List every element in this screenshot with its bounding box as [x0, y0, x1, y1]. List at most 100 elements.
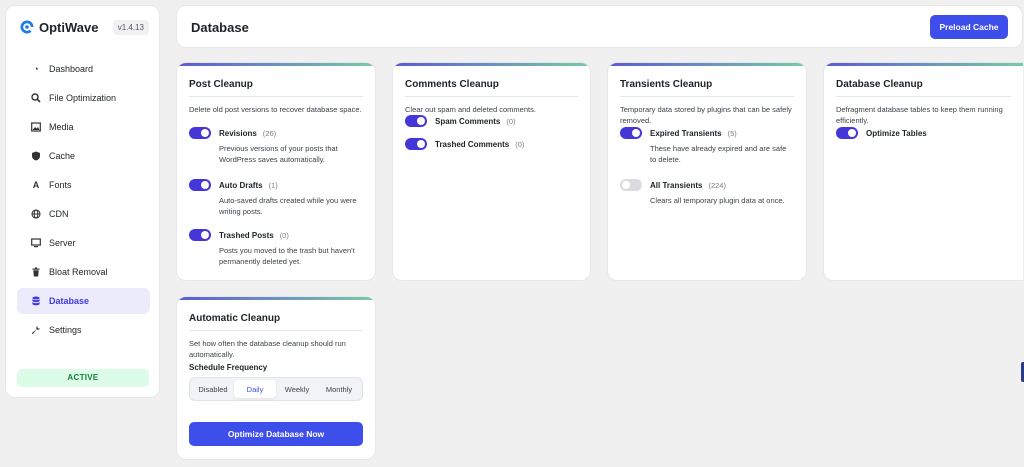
- expired-transients-toggle[interactable]: [620, 127, 642, 139]
- sidebar-item-server[interactable]: Server: [17, 230, 150, 256]
- revisions-toggle[interactable]: [189, 127, 211, 139]
- option-count: (0): [506, 116, 516, 126]
- card-title: Transients Cleanup: [620, 79, 713, 90]
- option-count: (0): [515, 139, 525, 149]
- version-badge: v1.4.13: [112, 20, 149, 35]
- sidebar-item-bloat-removal[interactable]: Bloat Removal: [17, 259, 150, 285]
- sidebar-item-media[interactable]: Media: [17, 114, 150, 140]
- option-label: Revisions: [219, 128, 257, 138]
- sidebar-item-database[interactable]: Database: [17, 288, 150, 314]
- sidebar-item-cdn[interactable]: CDN: [17, 201, 150, 227]
- option-count: (26): [262, 128, 277, 138]
- option-revisions: Revisions (26) Previous versions of your…: [189, 127, 363, 165]
- sidebar-item-dashboard[interactable]: ◔ Dashboard: [17, 56, 150, 82]
- sidebar: OptiWave v1.4.13 ◔ Dashboard File Optimi…: [5, 5, 160, 398]
- trash-icon: [29, 267, 43, 277]
- all-transients-toggle[interactable]: [620, 179, 642, 191]
- option-trashed-posts: Trashed Posts (0) Posts you moved to the…: [189, 229, 363, 267]
- trashed-posts-toggle[interactable]: [189, 229, 211, 241]
- option-trashed-comments: Trashed Comments (0): [405, 138, 578, 150]
- card-title: Automatic Cleanup: [189, 313, 281, 324]
- option-count: (0): [279, 230, 289, 240]
- page-header: Database Preload Cache: [176, 5, 1023, 48]
- optimize-tables-toggle[interactable]: [836, 127, 858, 139]
- sidebar-item-label: CDN: [49, 209, 69, 219]
- sidebar-item-label: Media: [49, 122, 74, 132]
- brand-logo[interactable]: OptiWave: [19, 19, 98, 35]
- divider: [189, 96, 363, 97]
- globe-icon: [29, 209, 43, 219]
- divider: [405, 96, 578, 97]
- sidebar-item-label: File Optimization: [49, 93, 117, 103]
- option-label: Trashed Comments: [435, 139, 510, 149]
- sidebar-item-cache[interactable]: Cache: [17, 143, 150, 169]
- option-label: Spam Comments: [435, 116, 501, 126]
- option-count: (5): [727, 128, 737, 138]
- brand-name: OptiWave: [39, 19, 99, 35]
- option-auto-drafts: Auto Drafts (1) Auto-saved drafts create…: [189, 179, 363, 217]
- sidebar-item-label: Settings: [49, 325, 82, 335]
- option-description: Auto-saved drafts created while you were…: [219, 196, 357, 216]
- frequency-option-disabled[interactable]: Disabled: [192, 380, 234, 398]
- post-cleanup-card: Post Cleanup Delete old post versions to…: [176, 62, 376, 281]
- wrench-icon: [29, 325, 43, 335]
- sidebar-item-file-optimization[interactable]: File Optimization: [17, 85, 150, 111]
- preload-cache-button[interactable]: Preload Cache: [930, 15, 1008, 39]
- option-all-transients: All Transients (224) Clears all temporar…: [620, 179, 794, 206]
- font-icon: A: [32, 180, 40, 190]
- sidebar-item-label: Bloat Removal: [49, 267, 108, 277]
- option-label: All Transients: [650, 180, 703, 190]
- option-spam-comments: Spam Comments (0): [405, 115, 578, 127]
- trashed-comments-toggle[interactable]: [405, 138, 427, 150]
- database-cleanup-card: Database Cleanup Defragment database tab…: [823, 62, 1023, 281]
- sidebar-item-label: Cache: [49, 151, 76, 161]
- sidebar-item-label: Dashboard: [49, 64, 94, 74]
- card-description: Defragment database tables to keep them …: [836, 105, 1003, 125]
- divider: [620, 96, 794, 97]
- option-description: Previous versions of your posts that Wor…: [219, 144, 338, 164]
- automatic-cleanup-card: Automatic Cleanup Set how often the data…: [176, 296, 376, 460]
- image-icon: [29, 122, 43, 132]
- option-expired-transients: Expired Transients (5) These have alread…: [620, 127, 794, 165]
- card-description: Set how often the database cleanup shoul…: [189, 339, 346, 359]
- option-label: Auto Drafts: [219, 180, 263, 190]
- option-label: Expired Transients: [650, 128, 722, 138]
- optimize-database-button[interactable]: Optimize Database Now: [189, 422, 363, 446]
- option-label: Optimize Tables: [866, 128, 927, 138]
- divider: [189, 330, 363, 331]
- sidebar-item-label: Database: [49, 296, 90, 306]
- status-badge: ACTIVE: [17, 369, 149, 387]
- optiwave-logo-icon: [20, 20, 34, 34]
- dashboard-icon: ◔: [33, 64, 39, 74]
- sidebar-item-fonts[interactable]: A Fonts: [17, 172, 150, 198]
- option-optimize-tables: Optimize Tables: [836, 127, 1011, 139]
- frequency-option-daily[interactable]: Daily: [234, 380, 276, 398]
- transients-cleanup-card: Transients Cleanup Temporary data stored…: [607, 62, 807, 281]
- frequency-option-weekly[interactable]: Weekly: [276, 380, 318, 398]
- divider: [836, 96, 1011, 97]
- card-description: Temporary data stored by plugins that ca…: [620, 105, 792, 125]
- schedule-frequency-label: Schedule Frequency: [189, 363, 268, 372]
- sidebar-item-label: Server: [49, 238, 76, 248]
- monitor-icon: [29, 238, 43, 248]
- search-icon: [29, 93, 43, 103]
- shield-icon: [29, 151, 43, 161]
- option-description: Clears all temporary plugin data at once…: [650, 196, 785, 205]
- database-icon: [29, 296, 43, 306]
- sidebar-nav: ◔ Dashboard File Optimization Media Cach…: [17, 56, 150, 346]
- option-count: (224): [708, 180, 726, 190]
- card-title: Post Cleanup: [189, 79, 253, 90]
- sidebar-item-settings[interactable]: Settings: [17, 317, 150, 343]
- frequency-option-monthly[interactable]: Monthly: [318, 380, 360, 398]
- card-description: Delete old post versions to recover data…: [189, 105, 362, 114]
- spam-comments-toggle[interactable]: [405, 115, 427, 127]
- option-description: Posts you moved to the trash but haven't…: [219, 246, 355, 266]
- frequency-selector: Disabled Daily Weekly Monthly: [189, 377, 363, 401]
- sidebar-item-label: Fonts: [49, 180, 72, 190]
- option-count: (1): [268, 180, 278, 190]
- comments-cleanup-card: Comments Cleanup Clear out spam and dele…: [392, 62, 591, 281]
- auto-drafts-toggle[interactable]: [189, 179, 211, 191]
- card-title: Comments Cleanup: [405, 79, 499, 90]
- option-label: Trashed Posts: [219, 230, 274, 240]
- option-description: These have already expired and are safe …: [650, 144, 787, 164]
